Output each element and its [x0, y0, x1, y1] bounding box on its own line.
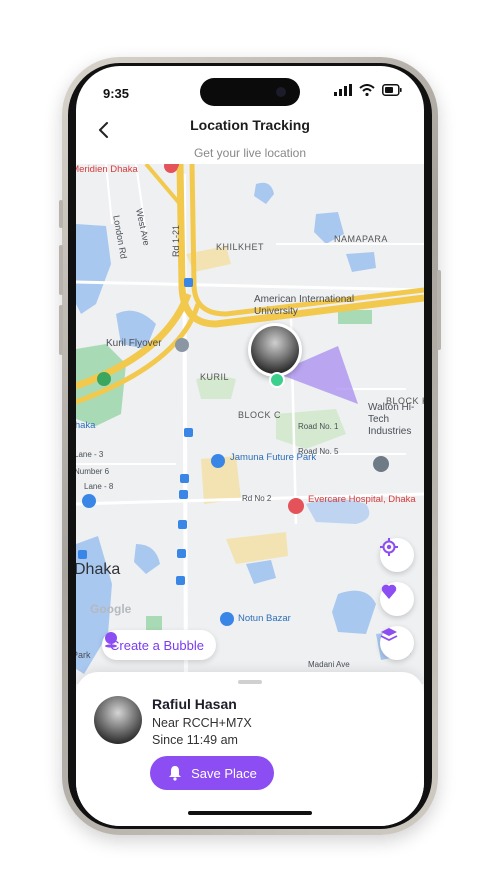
avatar	[94, 696, 142, 744]
map-label-kuril-flyover: Kuril Flyover	[106, 338, 162, 349]
create-bubble-button[interactable]: Create a Bubble	[102, 630, 216, 660]
bell-icon	[169, 766, 182, 781]
side-button	[59, 305, 63, 355]
signal-icon	[334, 84, 352, 96]
map-label-lane8: Lane - 8	[84, 482, 114, 491]
layers-icon	[380, 628, 398, 642]
map-label-dhaka: Dhaka	[76, 561, 121, 578]
location-dot	[269, 372, 285, 388]
wifi-icon	[359, 84, 375, 96]
side-button	[59, 200, 63, 228]
save-place-label: Save Place	[191, 765, 257, 781]
map-label-jamuna: Jamuna Future Park	[230, 452, 317, 463]
user-since: Since 11:49 am	[152, 733, 238, 747]
create-bubble-label: Create a Bubble	[110, 637, 204, 653]
avatar-photo	[251, 326, 299, 374]
user-info-sheet: Rafiul Hasan Near RCCH+M7X Since 11:49 a…	[76, 672, 424, 826]
heart-pin-icon	[381, 584, 397, 599]
status-icons	[334, 84, 402, 96]
map-label-park: Park	[76, 650, 91, 660]
camera-icon	[276, 87, 286, 97]
sheet-handle[interactable]	[238, 680, 262, 684]
map-label-aiub: American International University	[254, 294, 355, 317]
page-title: Location Tracking	[190, 117, 310, 133]
map-label-meridien: Le Meridien Dhaka	[76, 164, 138, 175]
bubble-icon	[105, 632, 117, 648]
page-subtitle: Get your live location	[193, 146, 307, 160]
map-label-lane3: Lane - 3	[76, 450, 104, 459]
map-label-walton: Walton Hi-Tech Industries	[368, 402, 415, 437]
locate-me-button[interactable]	[380, 538, 414, 572]
places-button[interactable]	[380, 582, 414, 616]
user-name: Rafiul Hasan	[152, 696, 237, 712]
app-screen: 9:35 Location Tracking Get your live loc…	[76, 66, 424, 826]
side-button	[437, 270, 441, 350]
map-label-rd2: Rd No 2	[242, 494, 272, 503]
google-logo: Google	[90, 602, 132, 616]
map-label-number6: Number 6	[76, 467, 110, 476]
home-indicator[interactable]	[188, 811, 312, 815]
status-time: 9:35	[103, 86, 130, 101]
map-label-khilkhet: KHILKHET	[216, 242, 265, 252]
user-location: Near RCCH+M7X	[152, 716, 252, 730]
crosshair-icon	[380, 538, 398, 556]
map-label-kuril: KURIL	[200, 372, 230, 382]
battery-icon	[382, 84, 402, 96]
dynamic-island	[200, 78, 300, 106]
save-place-button[interactable]: Save Place	[150, 756, 274, 790]
side-button	[59, 245, 63, 295]
map-label-block-c: BLOCK C	[238, 410, 282, 420]
map-view[interactable]: Le Meridien Dhaka London Rd West Ave Rd …	[76, 164, 424, 684]
map-label-notun-bazar: Notun Bazar	[238, 613, 291, 624]
map-label-dhaka-left: Dhaka	[76, 420, 96, 431]
map-label-rd-1-21: Rd 1-21	[171, 224, 182, 258]
map-label-road1: Road No. 1	[298, 422, 339, 431]
map-label-madani: Madani Ave	[308, 660, 350, 669]
map-label-namapara: NAMAPARA	[334, 234, 388, 244]
header: Location Tracking Get your live location	[76, 112, 424, 162]
user-location-avatar[interactable]	[248, 323, 302, 377]
status-bar: 9:35	[76, 66, 424, 118]
layers-button[interactable]	[380, 626, 414, 660]
map-label-evercare: Evercare Hospital, Dhaka	[308, 494, 416, 505]
